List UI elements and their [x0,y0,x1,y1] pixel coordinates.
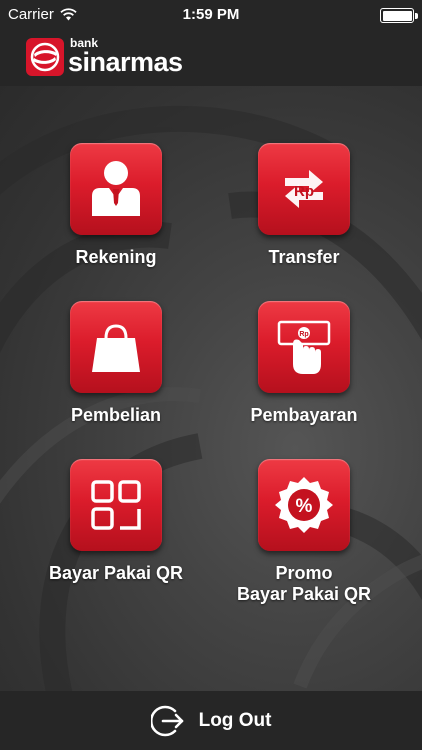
promo-label-line2: Bayar Pakai QR [236,584,372,604]
battery-icon [380,8,418,23]
menu-item-bayar-pakai-qr[interactable]: Bayar Pakai QR [16,459,216,584]
svg-text:Rp: Rp [294,183,314,200]
transfer-tile[interactable]: Rp [258,143,350,235]
sinarmas-logo-icon [26,38,64,76]
menu-item-rekening[interactable]: Rekening [16,143,216,268]
bayar-pakai-qr-label: Bayar Pakai QR [48,563,184,583]
status-bar: Carrier 1:59 PM [0,0,422,30]
promo-label-line1: Promo [275,563,333,583]
promo-tile[interactable]: % [258,459,350,551]
svg-text:%: % [296,496,313,517]
logout-button[interactable]: Log Out [0,691,422,750]
pembelian-tile[interactable] [70,301,162,393]
menu-item-pembelian[interactable]: Pembelian [16,301,216,426]
rekening-label: Rekening [75,247,157,267]
payment-hand-icon: Rp [277,320,331,374]
bank-logo: bank sinarmas [26,37,183,76]
transfer-rp-icon: Rp [285,170,323,208]
person-icon [92,161,140,216]
logout-icon [150,705,183,736]
bayar-pakai-qr-tile[interactable] [70,459,162,551]
percent-badge-icon: % [275,477,333,533]
pembayaran-label: Pembayaran [250,405,358,425]
transfer-label: Transfer [268,247,340,267]
menu-item-pembayaran[interactable]: Rp Pembayaran [204,301,404,426]
promo-label: Promo Bayar Pakai QR [204,563,404,605]
main-menu: Rekening Rp Transfer Pembelian Rp Pembay… [0,86,422,691]
app-header: bank sinarmas [0,30,422,86]
pembayaran-tile[interactable]: Rp [258,301,350,393]
clock: 1:59 PM [182,6,240,23]
svg-text:Rp: Rp [299,331,308,338]
menu-item-promo-bayar-pakai-qr[interactable]: % Promo Bayar Pakai QR [204,459,404,605]
qr-scan-icon [91,480,141,530]
shopping-bag-icon [92,324,140,372]
menu-item-transfer[interactable]: Rp Transfer [204,143,404,268]
pembelian-label: Pembelian [70,405,162,425]
logout-label: Log Out [198,709,272,731]
logo-text-sinarmas: sinarmas [68,47,183,77]
rekening-tile[interactable] [70,143,162,235]
